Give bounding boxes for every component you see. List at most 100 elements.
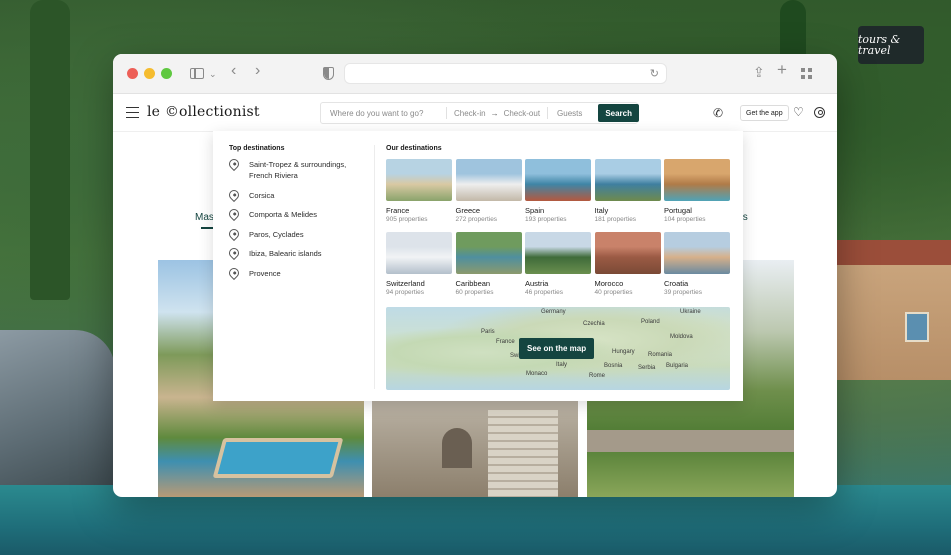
destination-count: 94 properties [386, 289, 424, 296]
destination-count: 181 properties [594, 216, 637, 223]
destination-count: 39 properties [664, 289, 702, 296]
destination-name: Austria [525, 279, 549, 288]
zoom-window-button[interactable] [161, 68, 172, 79]
arch-shape [442, 428, 472, 468]
heart-icon[interactable]: ♡ [793, 105, 804, 119]
location-pin-icon [226, 187, 242, 202]
top-destination-label: Saint-Tropez & surroundings, French Rivi… [249, 160, 347, 180]
top-destination-label: Paros, Cyclades [249, 229, 304, 239]
destination-name: Greece [455, 206, 481, 215]
user-account-icon[interactable] [814, 107, 825, 118]
destination-name: Spain [525, 206, 545, 215]
brand-logo[interactable]: le ©ollectionist [147, 104, 260, 120]
close-window-button[interactable] [127, 68, 138, 79]
share-icon[interactable]: ⇪ [753, 64, 765, 80]
destination-photo [386, 232, 452, 274]
top-destination-label: Corsica [249, 190, 275, 200]
reload-icon[interactable]: ↻ [650, 67, 659, 80]
chevron-down-icon[interactable]: ⌄ [209, 66, 217, 82]
destination-card[interactable]: Morocco 40 properties [594, 232, 661, 299]
tab-overview-icon[interactable] [801, 68, 812, 79]
site-header: le ©ollectionist Where do you want to go… [113, 94, 837, 132]
destination-photo [386, 159, 452, 201]
destination-card[interactable]: Italy 181 properties [594, 159, 661, 226]
top-destination-item[interactable]: Comporta & Melides [226, 206, 364, 222]
top-destination-item[interactable]: Provence [226, 265, 364, 280]
destination-input[interactable]: Where do you want to go? [321, 109, 446, 118]
watermark-logo-text: tours & travel [858, 33, 901, 57]
guests-input[interactable]: Guests [548, 109, 582, 118]
stairs-shape [488, 410, 558, 497]
destination-card[interactable]: Croatia 39 properties [664, 232, 730, 299]
destination-card[interactable]: France 905 properties [386, 159, 452, 226]
destination-photo [594, 159, 661, 201]
destination-card[interactable]: Portugal 104 properties [664, 159, 730, 226]
map-place-label: Serbia [638, 365, 656, 371]
top-destination-label: Provence [249, 268, 281, 278]
destination-count: 193 properties [525, 216, 567, 223]
new-tab-icon[interactable]: + [777, 61, 787, 78]
browser-window: ⌄ ‹ › ↻ ⇪ + le ©ollectionist Where do yo… [113, 54, 837, 497]
arrow-right-icon: → [490, 108, 499, 118]
destination-name: Caribbean [455, 279, 491, 288]
destinations-map[interactable]: Rome Monaco Bulgaria Serbia Bosnia Italy Roman… [386, 307, 730, 390]
destination-card[interactable]: Switzerland 94 properties [386, 232, 452, 299]
map-place-label: Czechia [583, 321, 605, 327]
category-tab[interactable]: Mas [195, 212, 214, 223]
destinations-grid: France 905 properties Greece 272 properties… [386, 159, 731, 299]
date-range-input[interactable]: Check-in → Check-out [447, 109, 547, 118]
map-place-label: Moldova [670, 334, 693, 340]
top-destination-item[interactable]: Saint-Tropez & surroundings, French Rivi… [226, 156, 364, 181]
destination-photo [594, 232, 661, 274]
search-button[interactable]: Search [598, 104, 639, 122]
minimize-window-button[interactable] [144, 68, 155, 79]
top-destinations-heading: Top destinations [229, 145, 285, 152]
sidebar-toggle-icon[interactable] [190, 68, 204, 79]
map-place-label: Poland [641, 319, 660, 325]
map-place-label: Hungary [612, 349, 635, 355]
destination-card[interactable]: Austria 46 properties [525, 232, 591, 299]
top-destination-label: Comporta & Melides [249, 210, 317, 219]
menu-icon[interactable] [126, 107, 139, 118]
destination-name: Portugal [664, 206, 692, 215]
forward-arrow-icon[interactable]: › [255, 63, 260, 79]
wall-shape [587, 430, 794, 452]
destination-card[interactable]: Caribbean 60 properties [455, 232, 522, 299]
background-house [836, 240, 951, 380]
destination-name: Italy [594, 206, 609, 215]
destinations-dropdown: Top destinations Saint-Tropez & surround… [213, 131, 743, 401]
destination-card[interactable]: Spain 193 properties [525, 159, 591, 226]
destination-card[interactable]: Greece 272 properties [455, 159, 522, 226]
destination-photo [525, 159, 591, 201]
destination-name: France [386, 206, 410, 215]
destination-photo [455, 159, 522, 201]
destination-count: 905 properties [386, 216, 428, 223]
location-pin-icon [226, 265, 242, 280]
background-rock [0, 330, 115, 490]
map-place-label: Ukraine [680, 309, 701, 315]
location-pin-icon [226, 206, 242, 222]
checkin-field: Check-in [454, 108, 486, 118]
destination-count: 272 properties [455, 216, 498, 223]
top-destination-item[interactable]: Paros, Cyclades [226, 226, 364, 241]
location-pin-icon [226, 226, 242, 241]
see-on-map-button[interactable]: See on the map [519, 338, 595, 359]
map-place-label: Rome [589, 373, 606, 379]
top-destinations-list: Saint-Tropez & surroundings, French Rivi… [226, 156, 364, 287]
dropdown-divider [374, 145, 375, 389]
our-destinations-heading: Our destinations [386, 145, 442, 152]
get-app-button[interactable]: Get the app [740, 105, 789, 121]
background-house-window [905, 312, 929, 342]
destination-name: Morocco [594, 279, 624, 288]
map-place-label: Monaco [526, 371, 548, 377]
address-bar[interactable]: ↻ [344, 63, 667, 84]
top-destination-item[interactable]: Corsica [226, 187, 364, 202]
destination-photo [525, 232, 591, 274]
back-arrow-icon[interactable]: ‹ [231, 63, 236, 79]
phone-icon[interactable]: ✆ [713, 106, 723, 120]
privacy-shield-icon[interactable] [323, 67, 334, 80]
destination-photo [455, 232, 522, 274]
top-destination-item[interactable]: Ibiza, Balearic islands [226, 245, 364, 261]
map-place-label: Romania [648, 352, 673, 358]
destination-count: 40 properties [594, 289, 633, 296]
